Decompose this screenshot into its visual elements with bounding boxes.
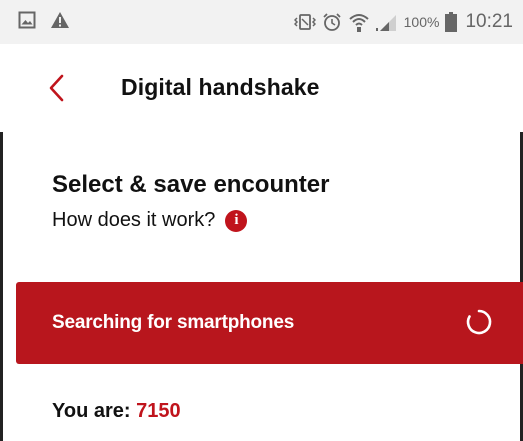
user-code-row: You are: 7150 — [52, 400, 181, 423]
status-right-icons: 100% 10:21 — [293, 10, 513, 34]
warning-icon — [50, 11, 70, 34]
how-does-it-work-link[interactable]: How does it work? i — [52, 209, 248, 232]
battery-icon — [445, 12, 458, 32]
chevron-left-icon — [49, 74, 64, 102]
status-left-icons — [18, 11, 70, 34]
gallery-icon — [18, 11, 36, 34]
info-icon[interactable]: i — [225, 209, 248, 232]
status-bar: 100% 10:21 — [0, 0, 523, 44]
searching-banner: Searching for smartphones — [16, 282, 523, 364]
vibrate-icon — [293, 12, 316, 32]
page-title: Digital handshake — [121, 74, 320, 100]
back-button[interactable] — [36, 68, 76, 108]
section-title: Select & save encounter — [52, 171, 330, 198]
battery-percent: 100% — [403, 14, 440, 30]
user-code-label: You are: — [52, 400, 131, 422]
user-code-value: 7150 — [136, 400, 181, 422]
loading-spinner-icon — [466, 309, 492, 335]
how-does-it-work-label: How does it work? — [52, 209, 216, 231]
wifi-icon — [348, 11, 370, 33]
status-time: 10:21 — [465, 11, 513, 32]
searching-status-text: Searching for smartphones — [52, 312, 295, 333]
app-bar: Digital handshake — [0, 44, 523, 132]
alarm-icon — [322, 12, 342, 32]
signal-icon — [375, 12, 398, 32]
